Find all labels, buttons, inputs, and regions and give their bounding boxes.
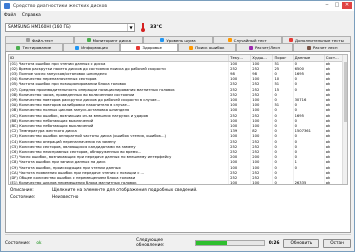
close-icon[interactable]: ✕ xyxy=(342,2,352,9)
state-row: Состояние: Неизвестно xyxy=(8,194,348,201)
tab-tabs_row1-3[interactable]: Случайный тест xyxy=(212,36,282,43)
stop-button[interactable]: Остан xyxy=(323,238,351,248)
tab-icon xyxy=(25,38,30,42)
menu-file[interactable]: Файл xyxy=(4,13,16,18)
tabs-row-2: Тестирование Информация Здоровье Поиск ошиб… xyxy=(5,43,352,51)
status-label: Состояние: xyxy=(5,240,31,246)
tab-label: Уровень шума xyxy=(166,37,196,43)
tab-label: Тестирование xyxy=(22,45,52,50)
next-update-label: Следующее обновление: xyxy=(136,238,165,248)
tab-tabs_row1-1[interactable]: Мониторинг диска xyxy=(74,36,144,43)
health-panel: ID Теку... Худш... Порог Данные Сост... (01) … xyxy=(5,51,351,233)
tab-tabs_row1-0[interactable]: Файл-тест xyxy=(5,36,75,43)
tab-icon xyxy=(86,38,91,42)
tab-icon xyxy=(160,38,165,42)
tab-icon xyxy=(136,45,141,50)
update-time: 0:26 xyxy=(268,240,280,246)
menu-help[interactable]: Справка xyxy=(22,13,41,18)
description-label: Описание: xyxy=(10,188,34,193)
tab-tabs_row1-4[interactable]: Дополнительные тесты xyxy=(281,36,352,43)
chevron-down-icon[interactable]: ▼ xyxy=(127,23,134,31)
status-bar: Состояние: ok Следующее обновление: 0:26… xyxy=(5,237,351,249)
table-scrollbar[interactable] xyxy=(342,55,347,184)
state-label: Состояние: xyxy=(10,195,36,200)
drive-select[interactable]: SAMSUNG HM160HI (160 ГБ) ▼ xyxy=(5,22,135,32)
stop-button-label: Остан xyxy=(330,240,344,246)
table-cell: 100 xyxy=(250,181,274,184)
tab-tabs_row2-4[interactable]: Расчет/Лесн xyxy=(235,43,294,51)
tab-tabs_row1-2[interactable]: Уровень шума xyxy=(143,36,213,43)
tab-tabs_row2-5[interactable]: Расчет лесн xyxy=(293,43,352,51)
drive-toolbar: SAMSUNG HM160HI (160 ГБ) ▼ 33°C xyxy=(5,20,351,34)
tab-label: Дополнительные тесты xyxy=(295,37,344,43)
tab-icon xyxy=(189,45,194,50)
tab-label: Информация xyxy=(81,45,108,50)
table-cell: 100 xyxy=(228,181,252,184)
app-icon xyxy=(4,3,10,9)
table-body: (01) Частота ошибок при чтении данных с … xyxy=(9,61,347,184)
tab-icon xyxy=(16,45,21,50)
table-cell: (E1) Количество циклов перемещения блока… xyxy=(9,181,230,184)
tab-tabs_row2-0[interactable]: Тестирование xyxy=(5,43,63,51)
table-cell: 0 xyxy=(272,181,294,184)
update-progress-fill xyxy=(196,241,227,245)
maximize-icon[interactable]: □ xyxy=(332,2,342,9)
state-text: Неизвестно xyxy=(52,195,79,200)
smart-attributes-table: ID Теку... Худш... Порог Данные Сост... (01) … xyxy=(9,55,347,184)
menu-bar: Файл Справка xyxy=(1,11,354,19)
tab-label: Мониторинг диска xyxy=(92,37,131,43)
status-value: ok xyxy=(36,240,42,246)
tab-label: Здоровье xyxy=(142,45,162,50)
description-text: Щелкните на элементе для отображения под… xyxy=(52,188,198,193)
app-window: Средство диагностики жестких дисков ‒ □ … xyxy=(0,0,355,252)
temperature-value: 33°C xyxy=(150,24,163,30)
tab-icon xyxy=(306,45,311,50)
tab-label: Расчет/Лесн xyxy=(254,45,281,50)
table-cell: 26335 xyxy=(293,181,325,184)
drive-select-value: SAMSUNG HM160HI (160 ГБ) xyxy=(8,24,71,30)
refresh-button[interactable]: Обновить xyxy=(283,238,320,248)
tab-label: Расчет лесн xyxy=(312,45,338,50)
tab-icon xyxy=(227,38,232,42)
update-progress xyxy=(195,240,265,246)
tab-tabs_row2-1[interactable]: Информация xyxy=(62,43,121,51)
scrollbar-thumb[interactable] xyxy=(344,62,347,122)
tabs-row-1: Файл-тест Мониторинг диска Уровень шума Слу… xyxy=(5,36,352,43)
thermometer-icon xyxy=(140,22,146,32)
tab-tabs_row2-2[interactable]: Здоровье xyxy=(120,43,179,51)
smart-table: ID Теку... Худш... Порог Данные Сост... (01) … xyxy=(8,54,348,185)
title-bar[interactable]: Средство диагностики жестких дисков ‒ □ … xyxy=(1,1,354,11)
window-title: Средство диагностики жестких дисков xyxy=(13,3,108,9)
tab-icon xyxy=(75,45,80,50)
tab-icon xyxy=(289,38,294,42)
tab-icon xyxy=(248,45,253,50)
window-controls: ‒ □ ✕ xyxy=(322,2,352,9)
refresh-button-label: Обновить xyxy=(290,240,313,246)
tab-tabs_row2-3[interactable]: Поиск ошибок xyxy=(178,43,236,51)
table-row[interactable]: (E1) Количество циклов перемещения блока… xyxy=(9,181,347,184)
minimize-icon[interactable]: ‒ xyxy=(322,2,332,9)
description-row: Описание: Щелкните на элементе для отобр… xyxy=(8,187,348,194)
description-area: Описание: Щелкните на элементе для отобр… xyxy=(8,187,348,231)
tab-label: Файл-тест xyxy=(31,37,54,43)
tab-label: Поиск ошибок xyxy=(195,45,225,50)
divider xyxy=(5,234,351,235)
tab-label: Случайный тест xyxy=(233,37,267,43)
